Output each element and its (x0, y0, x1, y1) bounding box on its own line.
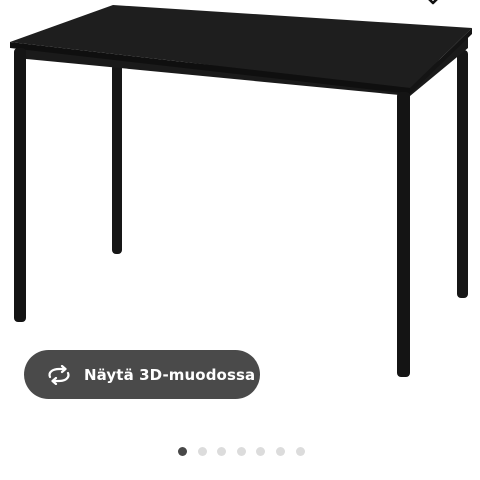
carousel-dot-5[interactable] (256, 447, 265, 456)
carousel-pagination (0, 446, 480, 458)
heart-icon[interactable] (418, 0, 448, 10)
view-3d-button[interactable]: Näytä 3D-muodossa (24, 350, 260, 399)
carousel-dot-6[interactable] (276, 447, 285, 456)
table-leg-back-right (457, 50, 468, 298)
carousel-dot-7[interactable] (296, 447, 305, 456)
carousel-dot-3[interactable] (217, 447, 226, 456)
table-leg-front-left (14, 48, 26, 322)
rotate-3d-icon (46, 364, 72, 385)
carousel-dot-1[interactable] (178, 447, 187, 456)
product-image-gallery: Näytä 3D-muodossa (0, 0, 480, 480)
table-leg-front-right (397, 92, 410, 377)
view-3d-label: Näytä 3D-muodossa (84, 365, 256, 384)
table-leg-back-left (112, 64, 122, 254)
carousel-dot-4[interactable] (237, 447, 246, 456)
carousel-dot-2[interactable] (198, 447, 207, 456)
